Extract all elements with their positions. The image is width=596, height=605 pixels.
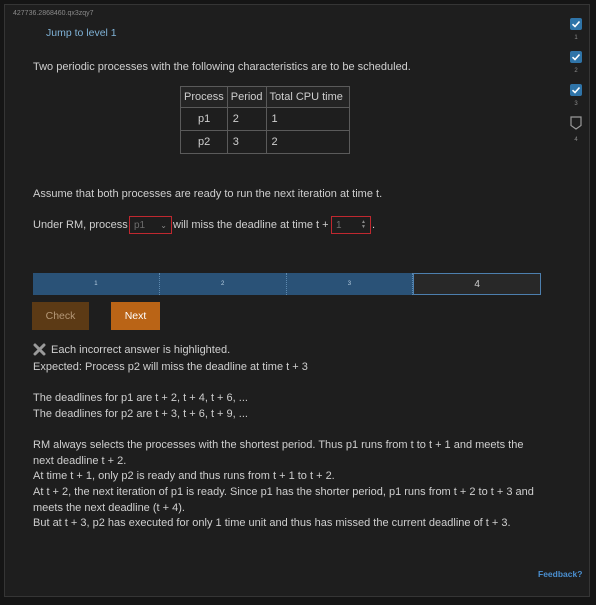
session-id: 427736.2868460.qx3zqy7 bbox=[13, 10, 94, 17]
time-input-value: 1 bbox=[336, 219, 342, 231]
expected-answer: Expected: Process p2 will miss the deadl… bbox=[33, 361, 308, 373]
table-cell: p2 bbox=[180, 130, 228, 154]
process-select[interactable]: p1 ⌄ bbox=[129, 216, 172, 234]
intro-text: Two periodic processes with the followin… bbox=[33, 61, 411, 73]
column-header: Period bbox=[226, 86, 267, 108]
level-4[interactable]: 4 bbox=[566, 116, 586, 143]
level-number: 4 bbox=[574, 137, 578, 143]
explanation-line: But at t + 3, p2 has executed for only 1… bbox=[33, 517, 511, 529]
spinner-arrows-icon[interactable]: ▲ ▼ bbox=[361, 220, 366, 230]
question-suffix: . bbox=[372, 219, 376, 231]
level-number: 1 bbox=[574, 35, 578, 41]
column-header: Total CPU time bbox=[265, 86, 350, 108]
next-button[interactable]: Next bbox=[111, 302, 160, 330]
progress-segment: 1 bbox=[33, 273, 160, 295]
progress-segment-current: 4 bbox=[413, 273, 541, 295]
level-3[interactable]: 3 bbox=[566, 84, 586, 107]
table-cell: 2 bbox=[226, 107, 267, 131]
explanation-line: meets the next deadline (t + 4). bbox=[33, 502, 185, 514]
assumption-text: Assume that both processes are ready to … bbox=[33, 188, 383, 200]
level-number: 3 bbox=[574, 101, 578, 107]
level-2[interactable]: 2 bbox=[566, 51, 586, 74]
level-shield-icon bbox=[570, 116, 582, 130]
explanation-line: At t + 2, the next iteration of p1 is re… bbox=[33, 486, 534, 498]
table-cell: 1 bbox=[265, 107, 350, 131]
close-x-icon bbox=[33, 343, 46, 356]
process-table: Process Period Total CPU time p1 2 1 p2 … bbox=[180, 86, 350, 154]
check-button[interactable]: Check bbox=[32, 302, 89, 330]
checkbox-checked-icon bbox=[570, 18, 582, 30]
table-cell: 3 bbox=[226, 130, 267, 154]
checkbox-checked-icon bbox=[570, 51, 582, 63]
progress-segment: 2 bbox=[159, 273, 287, 295]
column-header: Process bbox=[180, 86, 228, 108]
table-header-row: Process Period Total CPU time bbox=[180, 86, 350, 108]
level-number: 2 bbox=[574, 68, 578, 74]
incorrect-message: Each incorrect answer is highlighted. bbox=[51, 344, 231, 356]
level-1[interactable]: 1 bbox=[566, 18, 586, 41]
checkbox-checked-icon bbox=[570, 84, 582, 96]
explanation-line: next deadline t + 2. bbox=[33, 455, 127, 467]
explanation-line: The deadlines for p1 are t + 2, t + 4, t… bbox=[33, 392, 248, 404]
question-middle: will miss the deadline at time t + bbox=[173, 219, 329, 231]
explanation-line: At time t + 1, only p2 is ready and thus… bbox=[33, 470, 335, 482]
feedback-link[interactable]: Feedback? bbox=[538, 569, 582, 579]
chevron-down-icon: ⌄ bbox=[160, 220, 167, 230]
progress-bar: 1 2 3 4 bbox=[33, 273, 541, 295]
jump-to-level-link[interactable]: Jump to level 1 bbox=[46, 27, 117, 39]
time-number-input[interactable]: 1 ▲ ▼ bbox=[331, 216, 371, 234]
question-prefix: Under RM, process bbox=[33, 219, 128, 231]
table-row: p2 3 2 bbox=[180, 130, 350, 154]
explanation-line: The deadlines for p2 are t + 3, t + 6, t… bbox=[33, 408, 248, 420]
table-row: p1 2 1 bbox=[180, 107, 350, 131]
table-cell: 2 bbox=[265, 130, 350, 154]
explanation-line: RM always selects the processes with the… bbox=[33, 439, 524, 451]
process-select-value: p1 bbox=[134, 219, 146, 231]
table-cell: p1 bbox=[180, 107, 228, 131]
progress-segment: 3 bbox=[286, 273, 414, 295]
